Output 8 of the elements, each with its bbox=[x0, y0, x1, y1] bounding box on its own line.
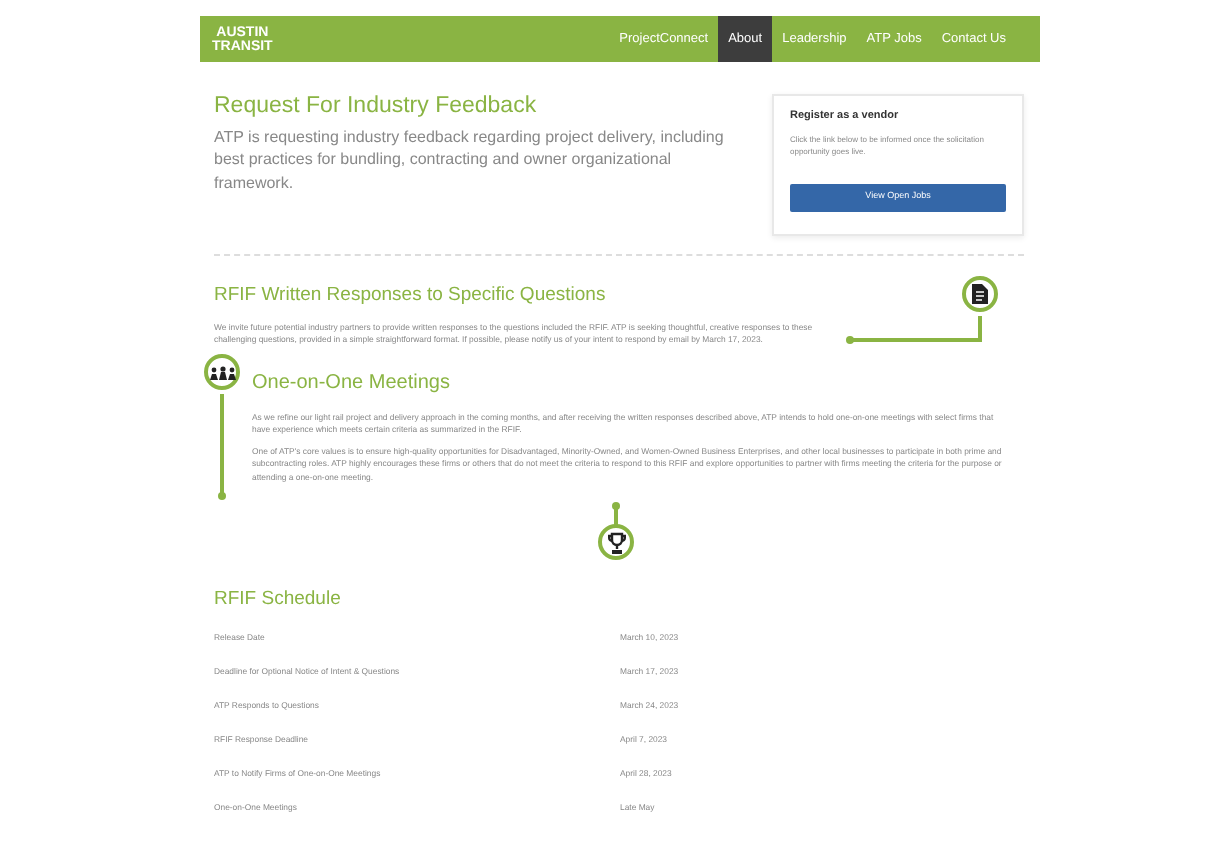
people-icon bbox=[209, 365, 235, 380]
schedule-title: RFIF Schedule bbox=[214, 588, 341, 612]
section-title: RFIF Written Responses to Specific Questions bbox=[214, 284, 606, 308]
page-title: Request For Industry Feedback bbox=[214, 94, 539, 122]
section-title: One-on-One Meetings bbox=[252, 371, 450, 396]
intro-paragraph: ATP is requesting industry feedback regarding project delivery, including best practices for bundling, contracting and owner organizational framework. bbox=[214, 125, 726, 196]
trophy-icon bbox=[607, 531, 625, 554]
document-icon bbox=[972, 284, 988, 305]
